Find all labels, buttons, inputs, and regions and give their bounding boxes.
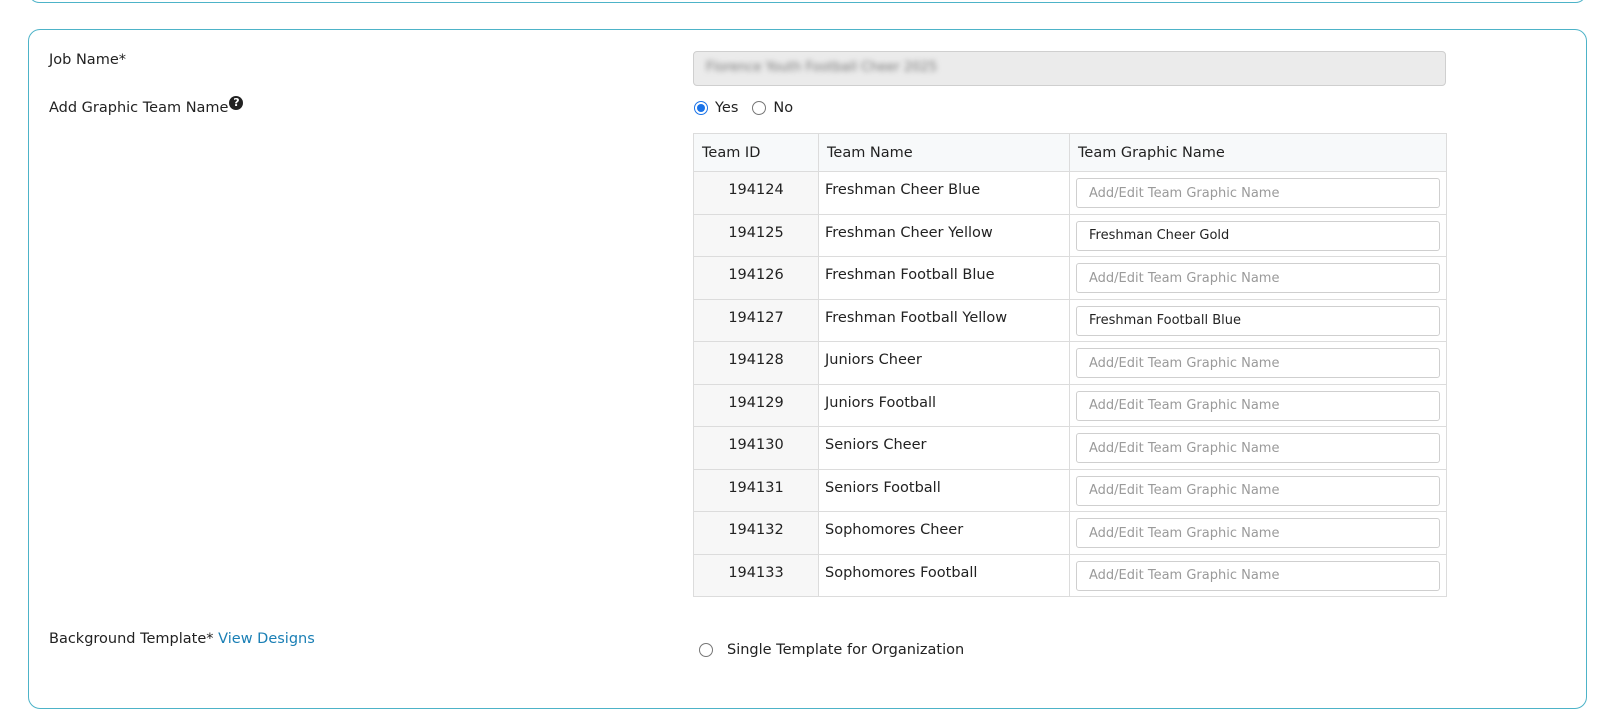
job-name-field[interactable]: Florence Youth Football Cheer 2025 xyxy=(693,51,1446,86)
table-row: 194129 Juniors Football xyxy=(693,383,1447,427)
team-graphic-cell xyxy=(1069,171,1447,215)
team-id-cell: 194131 xyxy=(693,468,819,512)
team-graphic-cell xyxy=(1069,298,1447,342)
team-id-cell: 194124 xyxy=(693,171,819,215)
background-template-label: Background Template* View Designs xyxy=(49,631,315,647)
question-circle-icon[interactable]: ? xyxy=(229,96,244,110)
table-row: 194125 Freshman Cheer Yellow xyxy=(693,213,1447,257)
table-row: 194130 Seniors Cheer xyxy=(693,426,1447,470)
team-graphic-cell xyxy=(1069,383,1447,427)
team-graphic-name-input[interactable] xyxy=(1076,348,1440,378)
team-graphic-cell xyxy=(1069,426,1447,470)
graphic-team-name-label: Add Graphic Team Name? xyxy=(49,96,244,116)
team-name-cell: Seniors Football xyxy=(818,468,1070,512)
team-graphic-cell xyxy=(1069,511,1447,555)
team-graphic-name-input[interactable] xyxy=(1076,178,1440,208)
team-id-cell: 194125 xyxy=(693,213,819,257)
team-name-cell: Sophomores Cheer xyxy=(818,511,1070,555)
team-id-cell: 194132 xyxy=(693,511,819,555)
team-id-cell: 194133 xyxy=(693,553,819,597)
single-template-radio[interactable] xyxy=(699,643,713,657)
team-id-cell: 194130 xyxy=(693,426,819,470)
single-template-label[interactable]: Single Template for Organization xyxy=(727,642,964,658)
graphic-team-name-text: Add Graphic Team Name xyxy=(49,100,229,116)
team-name-cell: Juniors Football xyxy=(818,383,1070,427)
job-name-value: Florence Youth Football Cheer 2025 xyxy=(706,60,937,75)
yes-radio[interactable] xyxy=(694,101,708,115)
team-name-cell: Freshman Football Blue xyxy=(818,256,1070,300)
template-options: Single Template for Organization xyxy=(699,642,964,658)
no-radio[interactable] xyxy=(752,101,767,115)
team-graphic-cell xyxy=(1069,213,1447,257)
team-graphic-name-input[interactable] xyxy=(1076,390,1440,421)
yes-radio-label[interactable]: Yes xyxy=(715,100,738,116)
team-id-cell: 194129 xyxy=(693,383,819,427)
team-name-cell: Freshman Cheer Blue xyxy=(818,171,1070,215)
team-graphic-name-input[interactable] xyxy=(1076,475,1440,506)
team-graphic-cell xyxy=(1069,341,1447,385)
team-id-cell: 194126 xyxy=(693,256,819,300)
team-id-cell: 194127 xyxy=(693,298,819,342)
table-row: 194126 Freshman Football Blue xyxy=(693,256,1447,300)
team-name-cell: Juniors Cheer xyxy=(818,341,1070,385)
graphic-team-name-options: Yes No xyxy=(694,100,793,116)
team-name-cell: Freshman Football Yellow xyxy=(818,298,1070,342)
table-row: 194132 Sophomores Cheer xyxy=(693,511,1447,555)
table-row: 194128 Juniors Cheer xyxy=(693,341,1447,385)
team-name-cell: Sophomores Football xyxy=(818,553,1070,597)
team-id-cell: 194128 xyxy=(693,341,819,385)
team-graphic-name-input[interactable] xyxy=(1076,433,1440,463)
team-graphic-name-input[interactable] xyxy=(1076,220,1440,251)
team-graphic-cell xyxy=(1069,468,1447,512)
table-header-row: Team ID Team Name Team Graphic Name xyxy=(693,133,1447,172)
team-graphic-cell xyxy=(1069,553,1447,597)
team-graphic-name-input[interactable] xyxy=(1076,305,1440,336)
team-graphic-name-input[interactable] xyxy=(1076,518,1440,548)
team-graphic-table: Team ID Team Name Team Graphic Name 1941… xyxy=(693,133,1447,597)
header-team-name: Team Name xyxy=(818,133,1070,172)
table-row: 194131 Seniors Football xyxy=(693,468,1447,512)
header-team-graphic-name: Team Graphic Name xyxy=(1069,133,1447,172)
background-template-text: Background Template* xyxy=(49,631,214,647)
team-name-cell: Seniors Cheer xyxy=(818,426,1070,470)
table-row: 194124 Freshman Cheer Blue xyxy=(693,171,1447,215)
team-graphic-name-input[interactable] xyxy=(1076,560,1440,591)
header-team-id: Team ID xyxy=(693,133,819,172)
team-graphic-cell xyxy=(1069,256,1447,300)
no-radio-label[interactable]: No xyxy=(773,100,793,116)
view-designs-link[interactable]: View Designs xyxy=(218,631,315,647)
table-row: 194133 Sophomores Football xyxy=(693,553,1447,597)
job-name-label: Job Name* xyxy=(49,52,126,68)
team-graphic-name-input[interactable] xyxy=(1076,263,1440,293)
team-name-cell: Freshman Cheer Yellow xyxy=(818,213,1070,257)
top-panel xyxy=(28,0,1587,3)
table-row: 194127 Freshman Football Yellow xyxy=(693,298,1447,342)
